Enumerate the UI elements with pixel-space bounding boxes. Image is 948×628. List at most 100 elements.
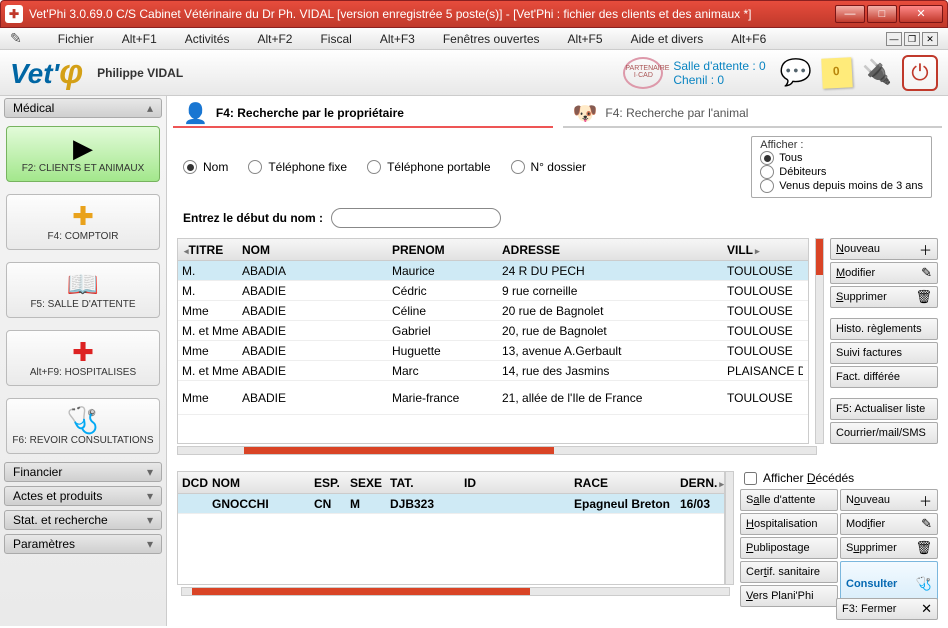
btn-fact-diff[interactable]: Fact. différée [830,366,938,388]
book-icon: 📖 [67,271,99,297]
btn-suivi[interactable]: Suivi factures [830,342,938,364]
sidebar-section-stat[interactable]: Stat. et recherche▾ [4,510,162,530]
sidebar-btn-hospit[interactable]: ✚Alt+F9: HOSPITALISES [6,330,160,386]
radio-tel-fixe[interactable]: Téléphone fixe [248,160,347,174]
clients-table[interactable]: ◂TITRE NOM PRENOM ADRESSE VILL▸ M.ABADIA… [177,238,809,444]
usb-icon[interactable]: 🔌 [862,58,892,87]
window-max-button[interactable]: □ [867,5,897,23]
icad-badge[interactable]: PARTENAIREI·CAD [623,57,663,89]
edit-icon: ✎ [921,265,932,281]
table-row[interactable]: MmeABADIEMarie-france21, allée de l'Ile … [178,381,808,415]
stethoscope-icon: 🩺 [67,407,99,433]
table-row[interactable]: M.ABADIECédric9 rue corneilleTOULOUSE [178,281,808,301]
chevron-up-icon: ▴ [147,101,153,115]
chevron-down-icon: ▾ [147,465,153,479]
chevron-down-icon: ▾ [147,513,153,527]
menu-fenetres[interactable]: Fenêtres ouvertes [443,32,540,46]
chk-afficher-decedes[interactable] [744,472,757,485]
animals-hscroll[interactable] [181,587,730,596]
stethoscope-icon: 🩺 [916,576,932,592]
btn-courrier[interactable]: Courrier/mail/SMS [830,422,938,444]
trash-icon: 🗑 [915,289,932,305]
animal-actions: Afficher Décédés Salle d'attente Nouveau… [740,471,938,607]
salle-attente-count[interactable]: Salle d'attente : 0 [673,59,765,73]
sidebar: Médical▴ ▶F2: CLIENTS ET ANIMAUX ✚F4: CO… [0,96,167,626]
menu-alt-f2: Alt+F2 [257,32,292,46]
menu-aide[interactable]: Aide et divers [631,32,704,46]
animals-scroll[interactable] [725,471,734,585]
play-icon: ▶ [73,135,93,161]
mdi-min-button[interactable]: — [886,32,902,46]
sidebar-btn-comptoir[interactable]: ✚F4: COMPTOIR [6,194,160,250]
edit-icon: ✎ [921,516,932,532]
chat-icon[interactable]: 💬 [780,57,812,88]
sidebar-section-param[interactable]: Paramètres▾ [4,534,162,554]
sort-icon[interactable]: ▸ [719,479,724,489]
plus-icon: ＋ [919,491,932,510]
lbl-afficher-decedes: Afficher Décédés [763,471,854,485]
radio-debiteurs[interactable]: Débiteurs [760,165,923,179]
btn-histo[interactable]: Histo. règlements [830,318,938,340]
person-icon: 👤 [183,101,208,126]
window-title: Vet'Phi 3.0.69.0 C/S Cabinet Vétérinaire… [29,7,835,21]
clients-scroll[interactable] [815,238,824,444]
btn-animal-nouveau[interactable]: Nouveau＋ [840,489,938,511]
chenil-count[interactable]: Chenil : 0 [673,73,765,87]
tab-search-by-owner[interactable]: 👤 F4: Recherche par le propriétaire [173,101,553,128]
power-button[interactable]: ⏻ [902,55,938,91]
radio-tel-portable[interactable]: Téléphone portable [367,160,490,174]
animals-table[interactable]: DCD NOM ESP. SEXE TAT. ID RACE DERN.▸ GN… [177,471,725,585]
chevron-down-icon: ▾ [147,537,153,551]
btn-client-nouveau[interactable]: Nouveau＋ [830,238,938,260]
sticky-note-icon[interactable] [821,57,853,89]
btn-animal-supprimer[interactable]: Supprimer🗑 [840,537,938,559]
window-close-button[interactable]: ✕ [899,5,943,23]
menu-alt-f6: Alt+F6 [731,32,766,46]
table-row[interactable]: M. et MmeABADIEMarc14, rue des JasminsPL… [178,361,808,381]
menu-fichier[interactable]: Fichier [58,32,94,46]
btn-salle-attente[interactable]: Salle d'attente [740,489,838,511]
window-titlebar: ✚ Vet'Phi 3.0.69.0 C/S Cabinet Vétérinai… [0,0,948,28]
plus-icon: ＋ [919,240,932,259]
sidebar-section-financier[interactable]: Financier▾ [4,462,162,482]
sort-icon[interactable]: ▸ [755,246,760,256]
btn-publipostage[interactable]: Publipostage [740,537,838,559]
mdi-restore-button[interactable]: ❐ [904,32,920,46]
table-row[interactable]: GNOCCHICNMDJB323Epagneul Breton16/03 [178,494,724,514]
search-input[interactable] [331,208,501,228]
medkit-icon: ✚ [72,203,94,229]
menu-fiscal[interactable]: Fiscal [320,32,351,46]
btn-client-supprimer[interactable]: Supprimer🗑 [830,286,938,308]
table-row[interactable]: MmeABADIEHuguette13, avenue A.GerbaultTO… [178,341,808,361]
btn-certif[interactable]: Certif. sanitaire [740,561,838,583]
afficher-filter: Afficher : Tous Débiteurs Venus depuis m… [751,136,932,198]
btn-planiphi[interactable]: Vers Plani'Phi [740,585,838,607]
table-row[interactable]: M. et MmeABADIEGabriel20, rue de Bagnole… [178,321,808,341]
radio-nom[interactable]: Nom [183,160,228,174]
btn-animal-modifier[interactable]: Modifier✎ [840,513,938,535]
tab-search-by-animal[interactable]: 🐶 F4: Recherche par l'animal [563,101,943,128]
radio-venus[interactable]: Venus depuis moins de 3 ans [760,179,923,193]
menu-activites[interactable]: Activités [185,32,230,46]
mdi-close-button[interactable]: ✕ [922,32,938,46]
clients-hscroll[interactable] [177,446,817,455]
afficher-legend: Afficher : [760,139,923,151]
radio-dossier[interactable]: N° dossier [511,160,586,174]
sidebar-section-actes[interactable]: Actes et produits▾ [4,486,162,506]
edit-icon[interactable]: ✎ [10,30,22,47]
sidebar-btn-revoir[interactable]: 🩺F6: REVOIR CONSULTATIONS [6,398,160,454]
btn-actualiser[interactable]: F5: Actualiser liste [830,398,938,420]
dog-icon: 🐶 [573,101,598,126]
sidebar-section-medical[interactable]: Médical▴ [4,98,162,118]
current-user: Philippe VIDAL [97,66,183,80]
table-row[interactable]: MmeABADIECéline20 rue de BagnoletTOULOUS… [178,301,808,321]
app-icon: ✚ [5,5,23,23]
btn-hospitalisation[interactable]: Hospitalisation [740,513,838,535]
sidebar-btn-salle[interactable]: 📖F5: SALLE D'ATTENTE [6,262,160,318]
btn-fermer[interactable]: F3: Fermer✕ [836,598,938,620]
btn-client-modifier[interactable]: Modifier✎ [830,262,938,284]
window-min-button[interactable]: — [835,5,865,23]
sidebar-btn-clients[interactable]: ▶F2: CLIENTS ET ANIMAUX [6,126,160,182]
radio-tous[interactable]: Tous [760,151,923,165]
table-row[interactable]: M.ABADIAMaurice24 R DU PECHTOULOUSE [178,261,808,281]
